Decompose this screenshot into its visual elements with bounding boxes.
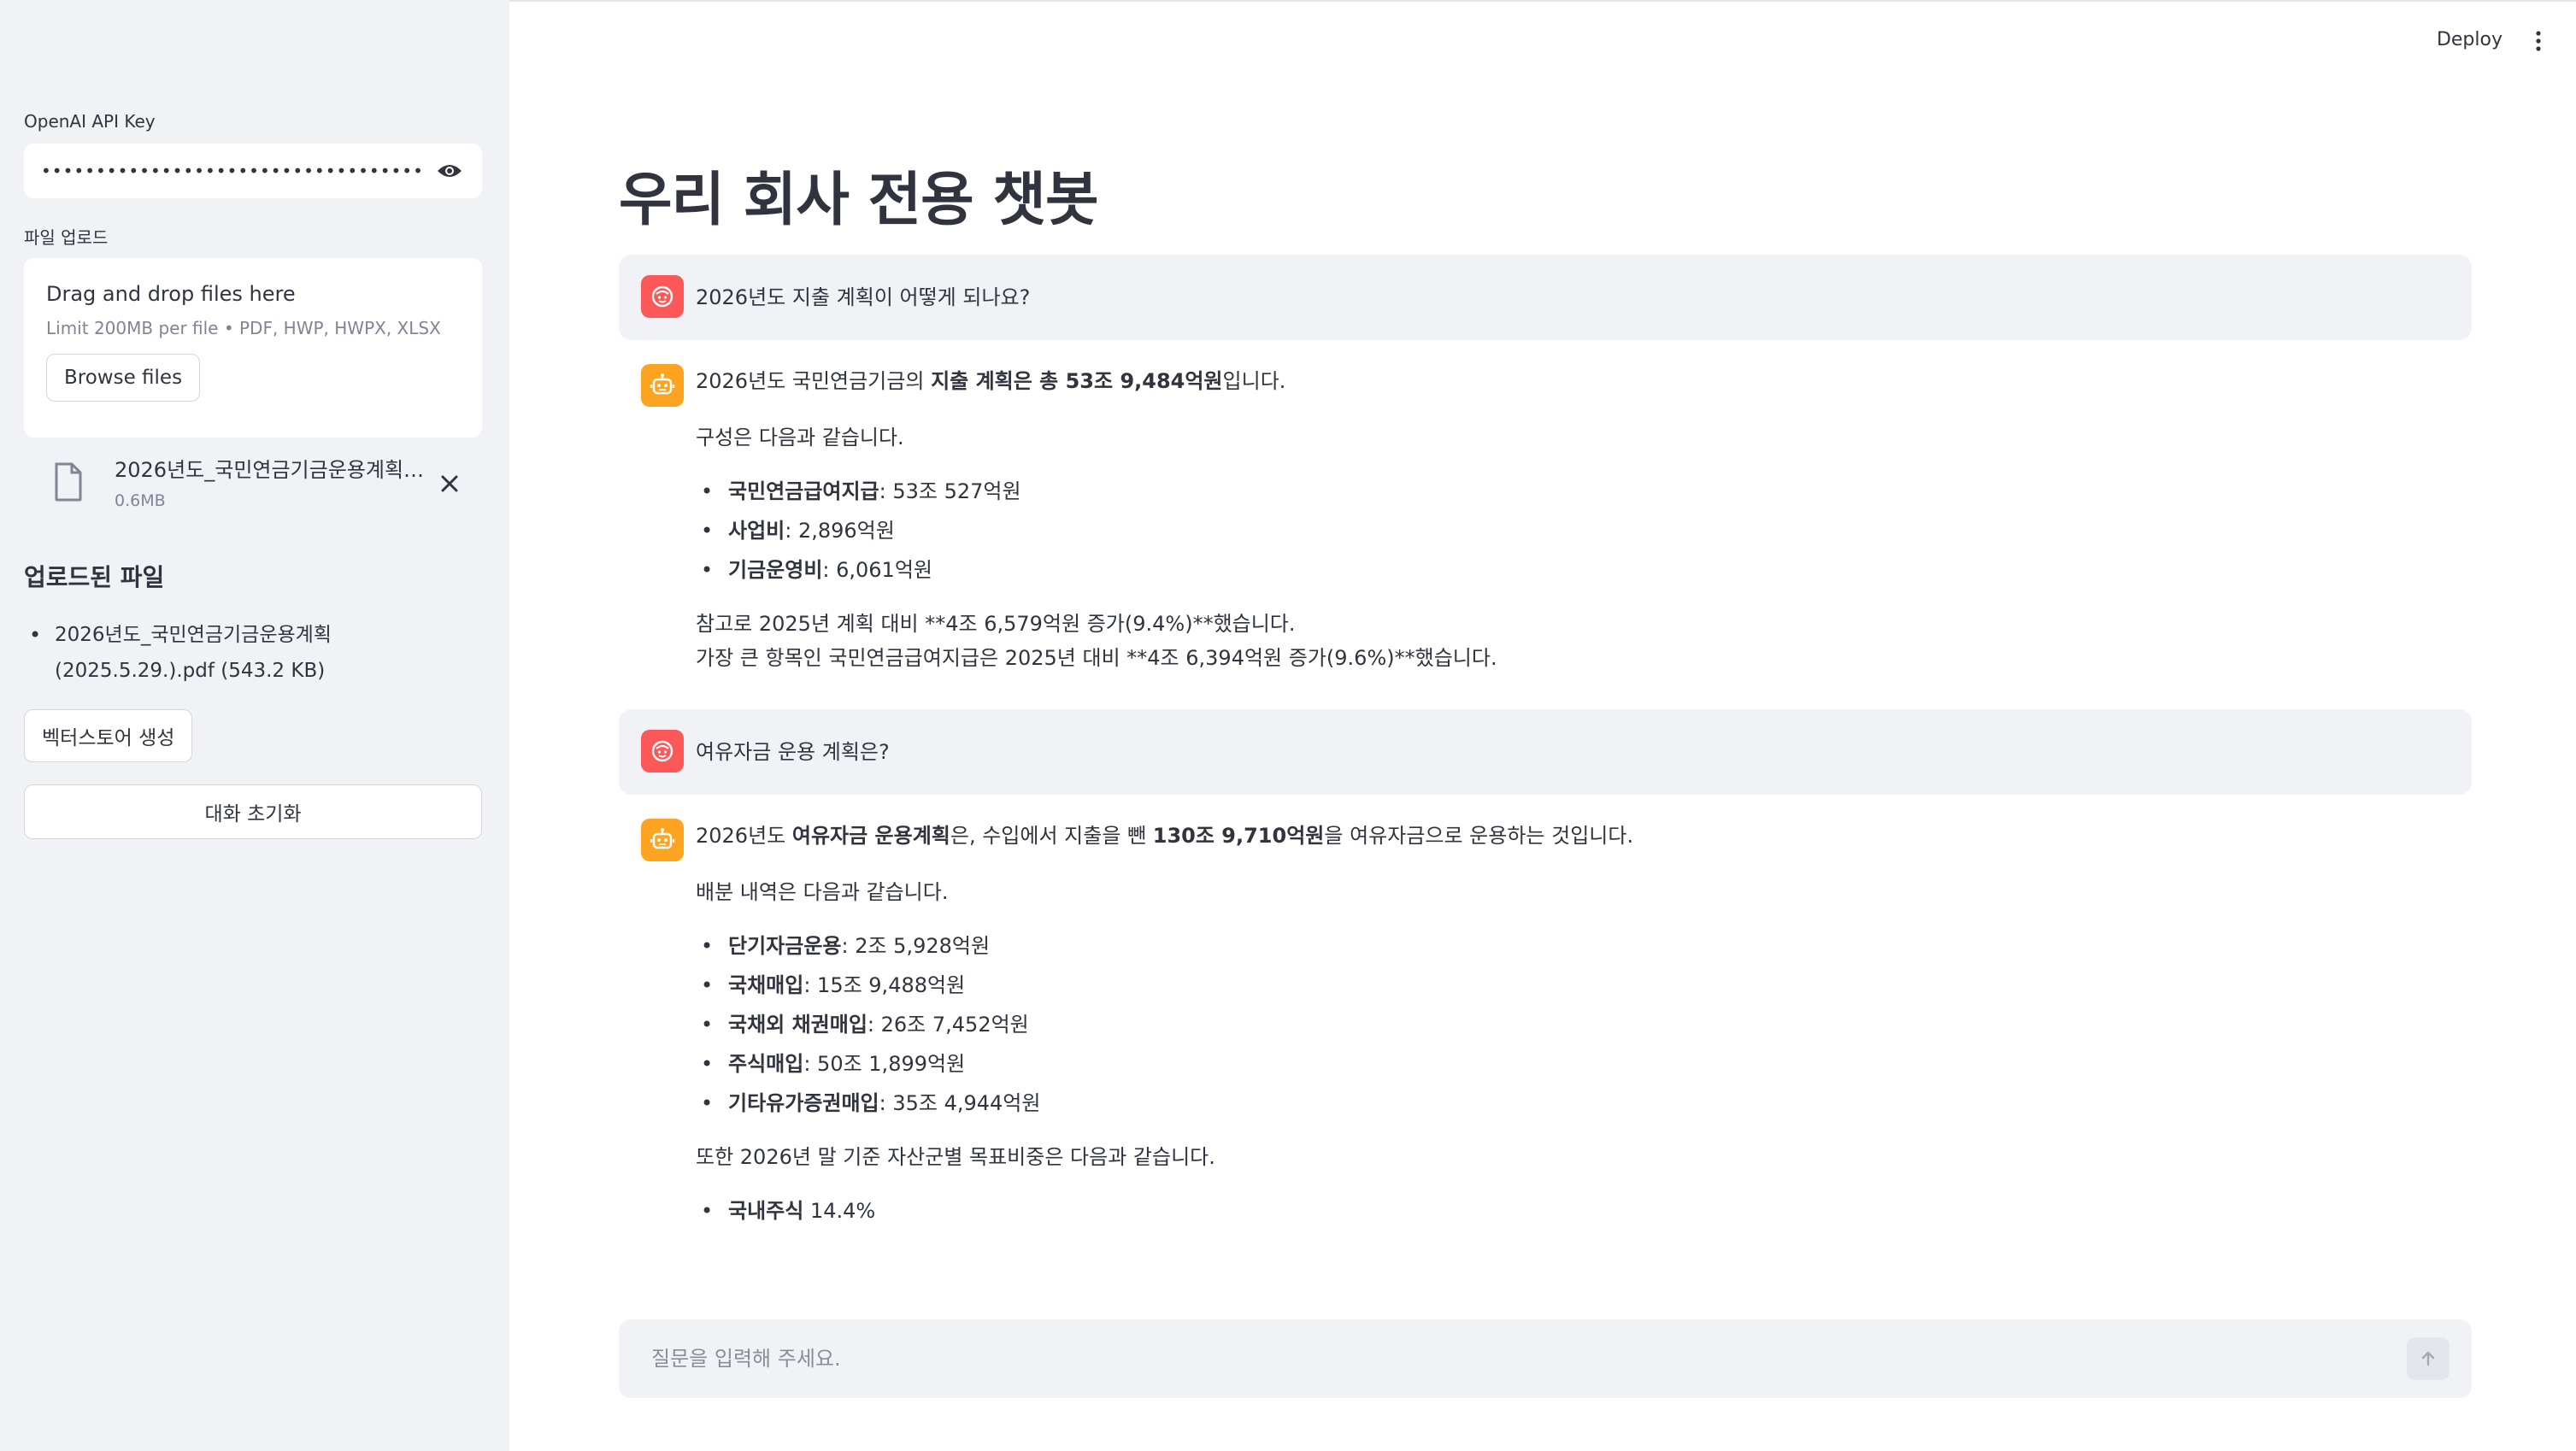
user-message: 2026년도 지출 계획이 어떻게 되나요? (619, 255, 2472, 340)
list-item: 국민연금급여지급: 53조 527억원 (696, 472, 2450, 511)
assistant-lead: 또한 2026년 말 기준 자산군별 목표비중은 다음과 같습니다. (696, 1145, 1215, 1169)
list-item: 주식매입: 50조 1,899억원 (696, 1044, 2450, 1084)
more-menu-icon[interactable] (2533, 29, 2544, 53)
dropzone-limit: Limit 200MB per file • PDF, HWP, HWPX, X… (46, 318, 441, 338)
list-item: 기금운영비: 6,061억원 (696, 550, 2450, 590)
arrow-up-icon (2421, 1351, 2435, 1366)
list-item: 국채외 채권매입: 26조 7,452억원 (696, 1005, 2450, 1044)
assistant-avatar-icon (641, 819, 684, 861)
api-key-field[interactable]: ••••••••••••••••••••••••••••••••••••••••… (24, 144, 482, 198)
create-vectorstore-button[interactable]: 벡터스토어 생성 (24, 709, 193, 762)
chat-input-bar (619, 1319, 2472, 1398)
assistant-message: 2026년도 국민연금기금의 지출 계획은 총 53조 9,484억원입니다. … (619, 340, 2472, 709)
target-weight-list: 국내주식 14.4% (696, 1191, 2450, 1231)
top-divider (509, 0, 2576, 2)
uploaded-files-heading: 업로드된 파일 (24, 563, 165, 591)
app-root: OpenAI API Key •••••••••••••••••••••••••… (0, 0, 2576, 1451)
attached-file-size: 0.6MB (115, 491, 166, 510)
browse-files-button[interactable]: Browse files (46, 354, 201, 402)
file-upload-label: 파일 업로드 (24, 227, 109, 248)
assistant-message: 2026년도 여유자금 운용계획은, 수입에서 지출을 뺀 130조 9,710… (619, 795, 2472, 1265)
dropzone-title: Drag and drop files here (46, 282, 296, 306)
eye-icon[interactable] (434, 161, 465, 181)
attached-file: 2026년도_국민연금기금운용계획(2025.5.29.).pdf 0.6MB (51, 453, 479, 513)
file-dropzone[interactable]: Drag and drop files here Limit 200MB per… (24, 258, 482, 438)
list-item: 2026년도_국민연금기금운용계획(2025.5.29.).pdf (543.2… (24, 617, 485, 689)
close-icon[interactable] (438, 472, 462, 496)
assistant-note: 가장 큰 항목인 국민연금급여지급은 2025년 대비 **4조 6,394억원… (696, 646, 1497, 670)
spending-list: 국민연금급여지급: 53조 527억원 사업비: 2,896억원 기금운영비: … (696, 472, 2450, 590)
reset-chat-button[interactable]: 대화 초기화 (24, 784, 482, 839)
assistant-lead: 배분 내역은 다음과 같습니다. (696, 880, 949, 904)
api-key-value[interactable]: ••••••••••••••••••••••••••••••••••••••••… (41, 161, 421, 181)
document-icon (51, 461, 85, 502)
deploy-button[interactable]: Deploy (2437, 29, 2502, 50)
assistant-intro: 2026년도 여유자금 운용계획은, 수입에서 지출을 뺀 130조 9,710… (696, 824, 1634, 848)
assistant-lead: 구성은 다음과 같습니다. (696, 426, 904, 449)
user-message-text: 2026년도 지출 계획이 어떻게 되나요? (696, 285, 1031, 309)
user-message-text: 여유자금 운용 계획은? (696, 740, 890, 764)
attached-file-name: 2026년도_국민연금기금운용계획(2025.5.29.).pdf (115, 458, 431, 482)
uploaded-files-list: 2026년도_국민연금기금운용계획(2025.5.29.).pdf (543.2… (24, 617, 485, 689)
list-item: 기타유가증권매입: 35조 4,944억원 (696, 1084, 2450, 1123)
list-item: 사업비: 2,896억원 (696, 511, 2450, 550)
list-item: 국채매입: 15조 9,488억원 (696, 966, 2450, 1005)
assistant-intro: 2026년도 국민연금기금의 지출 계획은 총 53조 9,484억원입니다. (696, 369, 1286, 393)
user-avatar-icon (641, 275, 684, 318)
list-item: 국내주식 14.4% (696, 1191, 2450, 1231)
assistant-avatar-icon (641, 364, 684, 407)
allocation-list: 단기자금운용: 2조 5,928억원 국채매입: 15조 9,488억원 국채외… (696, 926, 2450, 1123)
user-avatar-icon (641, 730, 684, 772)
chat-history: 2026년도 지출 계획이 어떻게 되나요? 2026년도 국민연금기금의 지출… (619, 255, 2472, 1265)
send-button[interactable] (2407, 1337, 2450, 1380)
api-key-label: OpenAI API Key (24, 111, 156, 132)
assistant-note: 참고로 2025년 계획 대비 **4조 6,579억원 증가(9.4%)**했… (696, 612, 1296, 636)
sidebar: OpenAI API Key •••••••••••••••••••••••••… (0, 0, 509, 1451)
user-message: 여유자금 운용 계획은? (619, 709, 2472, 795)
page-title: 우리 회사 전용 챗봇 (619, 167, 1099, 234)
chat-input[interactable] (651, 1347, 2407, 1371)
list-item: 단기자금운용: 2조 5,928억원 (696, 926, 2450, 966)
